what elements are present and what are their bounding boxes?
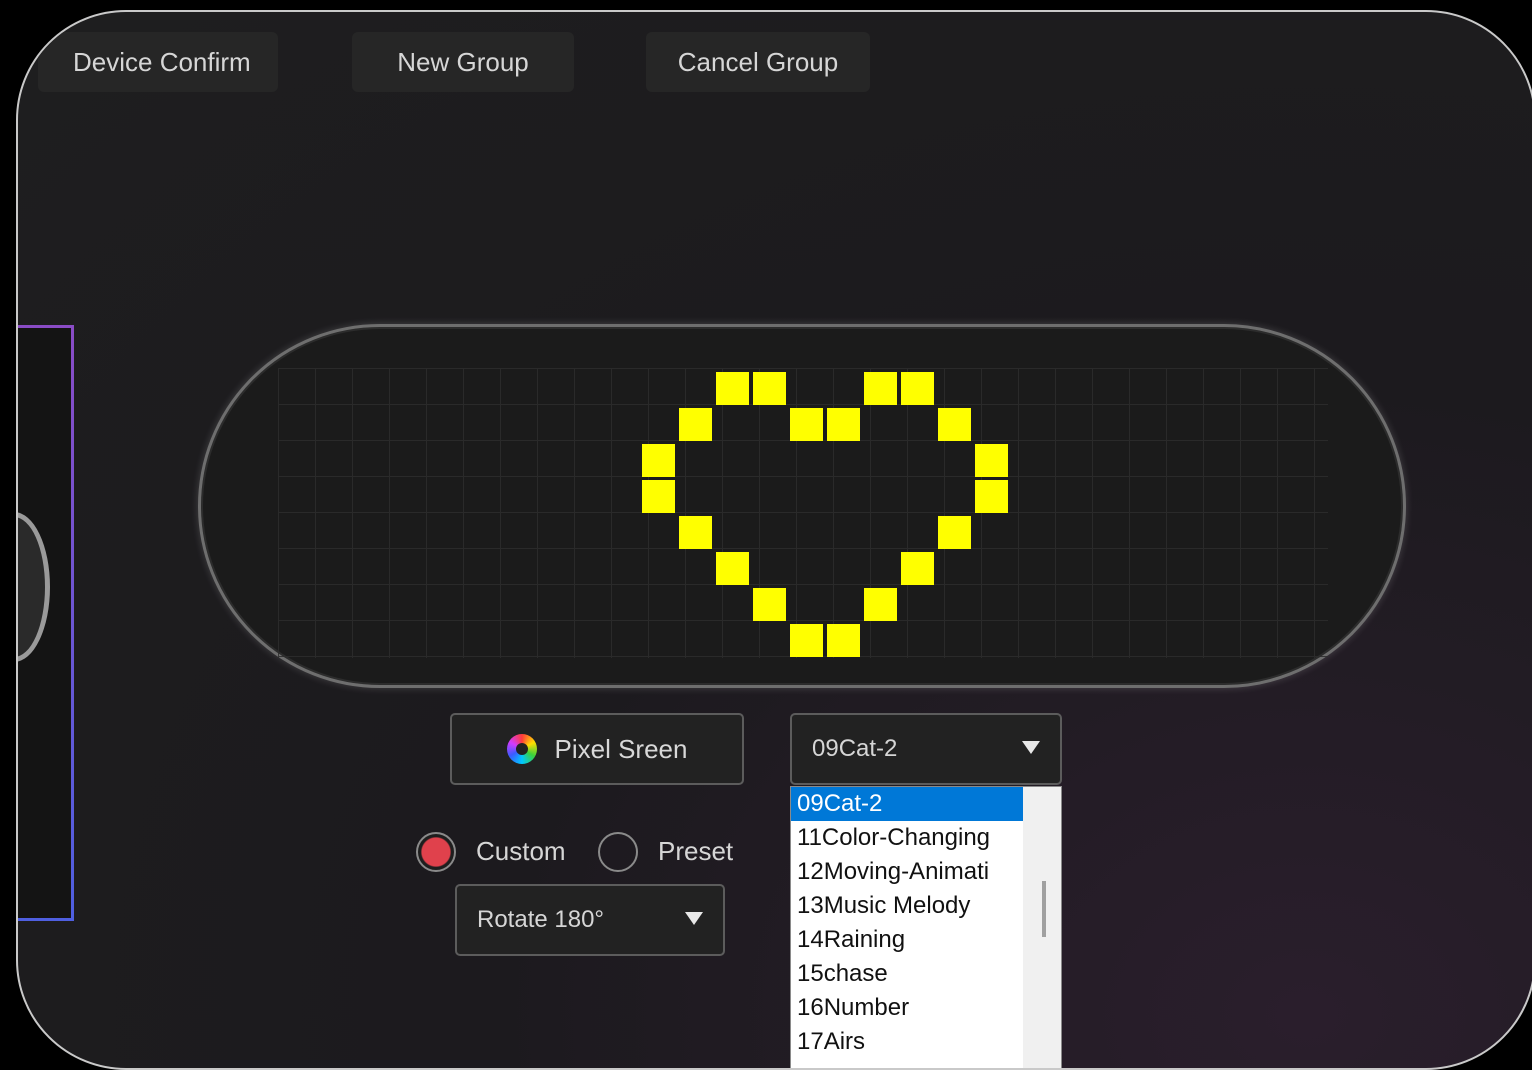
lit-pixel[interactable]	[938, 408, 971, 441]
lit-pixel[interactable]	[790, 408, 823, 441]
animation-value: 09Cat-2	[812, 735, 898, 762]
lit-pixel[interactable]	[901, 372, 934, 405]
animation-option[interactable]: 09Cat-2	[791, 787, 1023, 821]
animation-options-list[interactable]: 09Cat-2 11Color-Changing 12Moving-Animati 1…	[790, 786, 1062, 1068]
scrollbar-thumb[interactable]	[1042, 881, 1046, 937]
lit-pixel[interactable]	[679, 408, 712, 441]
lit-pixel[interactable]	[938, 516, 971, 549]
chevron-down-icon	[1022, 741, 1040, 754]
rotate-value: Rotate 180°	[477, 906, 605, 933]
lit-pixel[interactable]	[753, 372, 786, 405]
animation-option[interactable]: 12Moving-Animati	[791, 855, 1023, 889]
pixel-screen-button[interactable]: Pixel Sreen	[450, 713, 744, 785]
preset-radio[interactable]	[598, 832, 638, 872]
lit-pixel[interactable]	[790, 624, 823, 657]
new-group-button[interactable]: New Group	[352, 32, 574, 92]
animation-option[interactable]: 11Color-Changing	[791, 821, 1023, 855]
lit-pixel[interactable]	[975, 480, 1008, 513]
lit-pixel[interactable]	[864, 588, 897, 621]
device-confirm-button[interactable]: Device Confirm	[38, 32, 278, 92]
lit-pixel[interactable]	[679, 516, 712, 549]
color-wheel-icon	[506, 734, 537, 764]
lit-pixel[interactable]	[753, 588, 786, 621]
cancel-group-button[interactable]: Cancel Group	[646, 32, 870, 92]
list-scrollbar[interactable]	[1023, 787, 1061, 1068]
preset-label: Preset	[658, 836, 734, 866]
lit-pixel[interactable]	[716, 372, 749, 405]
lit-pixel[interactable]	[827, 624, 860, 657]
animation-dropdown[interactable]: 09Cat-2	[790, 713, 1062, 785]
animation-option[interactable]: 15chase	[791, 957, 1023, 991]
animation-option[interactable]: 17Airs	[791, 1025, 1023, 1059]
animation-option[interactable]: 14Raining	[791, 923, 1023, 957]
lit-pixel[interactable]	[827, 408, 860, 441]
lit-pixel[interactable]	[642, 444, 675, 477]
custom-radio[interactable]	[416, 832, 456, 872]
rotate-dropdown[interactable]: Rotate 180°	[455, 884, 725, 956]
lit-pixel[interactable]	[716, 552, 749, 585]
custom-label: Custom	[476, 836, 566, 866]
lit-pixel[interactable]	[901, 552, 934, 585]
pixel-screen-label: Pixel Sreen	[554, 733, 688, 764]
app-window: Device Confirm New Group Cancel Group Pi…	[16, 10, 1532, 1070]
lit-pixel[interactable]	[975, 444, 1008, 477]
lit-pixel[interactable]	[642, 480, 675, 513]
lit-pixel[interactable]	[864, 372, 897, 405]
animation-option[interactable]: 16Number	[791, 991, 1023, 1025]
animation-option[interactable]: 13Music Melody	[791, 889, 1023, 923]
chevron-down-icon	[685, 912, 703, 925]
